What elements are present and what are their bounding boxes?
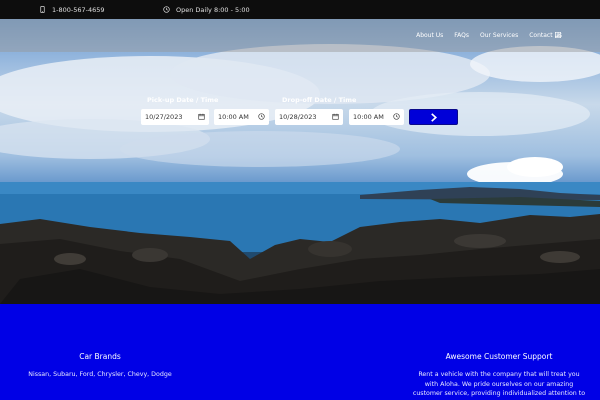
phone-number[interactable]: 1-800-567-4659 [52,6,105,14]
top-contact-bar: 1-800-567-4659 Open Daily 8:00 - 5:00 [0,0,600,19]
chevron-right-icon [430,112,437,122]
clock-icon [393,113,400,120]
dropoff-date-input[interactable]: 10/28/2023 [275,109,343,125]
car-brands-title: Car Brands [79,352,121,361]
car-brands-text: Nissan, Subaru, Ford, Chrysler, Chevy, D… [28,371,172,378]
nav-about-us[interactable]: About Us [416,32,443,39]
clock-icon [163,6,170,13]
hamburger-menu-icon[interactable] [555,32,561,38]
opening-hours: Open Daily 8:00 - 5:00 [176,5,250,14]
dropoff-time-input[interactable]: 10:00 AM [349,109,404,125]
calendar-icon [332,113,339,120]
pickup-time-input[interactable]: 10:00 AM [214,109,269,125]
customer-support-title: Awesome Customer Support [445,352,553,361]
dropoff-time-value: 10:00 AM [353,113,384,121]
coastal-landscape-image [0,44,600,304]
nav-faqs[interactable]: FAQs [454,32,469,39]
pickup-date-input[interactable]: 10/27/2023 [141,109,209,125]
customer-support-text: Rent a vehicle with the company that wil… [412,371,586,400]
phone-info[interactable]: 1-800-567-4659 [39,0,105,19]
pickup-date-value: 10/27/2023 [145,113,183,121]
pickup-time-value: 10:00 AM [218,113,249,121]
dropoff-date-value: 10/28/2023 [279,113,317,121]
hero-banner-image [0,19,600,304]
calendar-icon [198,113,205,120]
nav-our-services[interactable]: Our Services [480,32,518,39]
clock-icon [258,113,265,120]
search-submit-button[interactable] [409,109,458,125]
features-section: Car Brands Nissan, Subaru, Ford, Chrysle… [0,304,600,400]
pickup-label: Pick-up Date / Time [147,96,219,104]
hours-info: Open Daily 8:00 - 5:00 [163,0,250,19]
dropoff-label: Drop-off Date / Time [282,96,357,104]
main-nav: About Us FAQs Our Services Contact Us [416,19,562,52]
phone-icon [40,6,45,13]
